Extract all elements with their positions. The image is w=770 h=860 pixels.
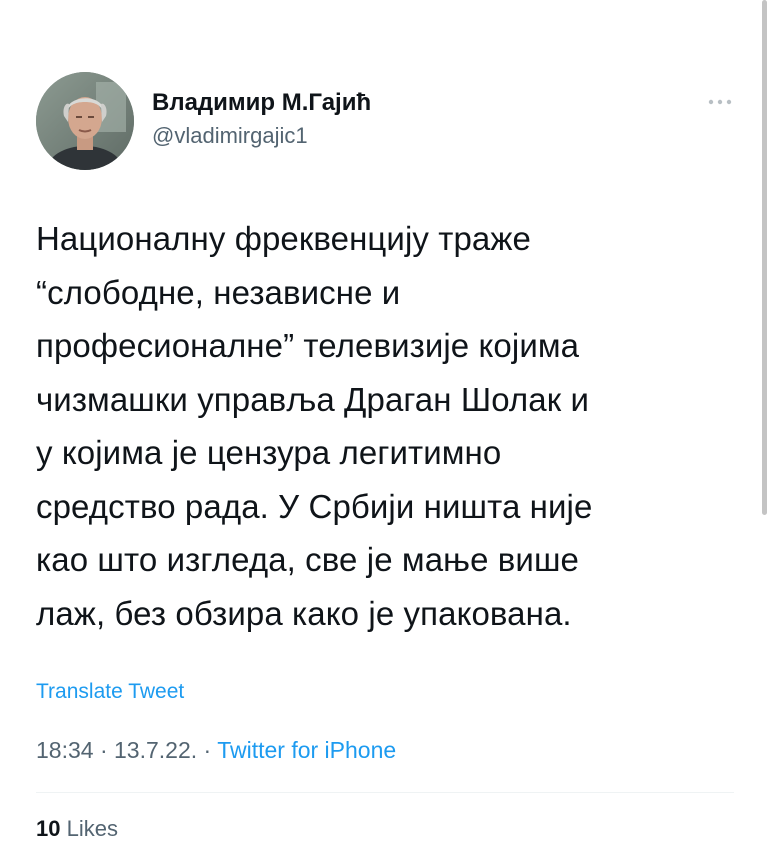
likes-count: 10 xyxy=(36,816,61,841)
tweet-source-link[interactable]: Twitter for iPhone xyxy=(217,737,396,763)
tweet-text: Националну фреквенцију траже “слободне, … xyxy=(36,220,593,632)
tweet-date[interactable]: 13.7.22. xyxy=(114,737,197,763)
more-horizontal-icon xyxy=(708,99,732,105)
tweet-time[interactable]: 18:34 xyxy=(36,737,94,763)
author-display-name[interactable]: Владимир М.Гајић xyxy=(152,88,371,118)
author-handle[interactable]: @vladimirgajic1 xyxy=(152,122,371,150)
author-info: Владимир М.Гајић @vladimirgajic1 xyxy=(152,88,371,150)
tweet-card: Владимир М.Гајић @vladimirgajic1 Национа… xyxy=(0,0,770,860)
more-options-button[interactable] xyxy=(700,92,740,112)
author-avatar[interactable] xyxy=(36,72,134,170)
scrollbar-thumb[interactable] xyxy=(762,0,767,515)
meta-separator: · xyxy=(203,737,212,763)
likes-label: Likes xyxy=(66,816,118,841)
user-avatar-photo-icon xyxy=(36,72,134,170)
scrollbar[interactable] xyxy=(760,0,770,860)
likes-link[interactable]: 10 Likes xyxy=(36,814,118,844)
meta-separator: · xyxy=(99,737,108,763)
translate-tweet-link[interactable]: Translate Tweet xyxy=(36,678,184,706)
divider xyxy=(36,792,734,793)
tweet-metadata: 18:34 · 13.7.22. · Twitter for iPhone xyxy=(36,734,396,766)
